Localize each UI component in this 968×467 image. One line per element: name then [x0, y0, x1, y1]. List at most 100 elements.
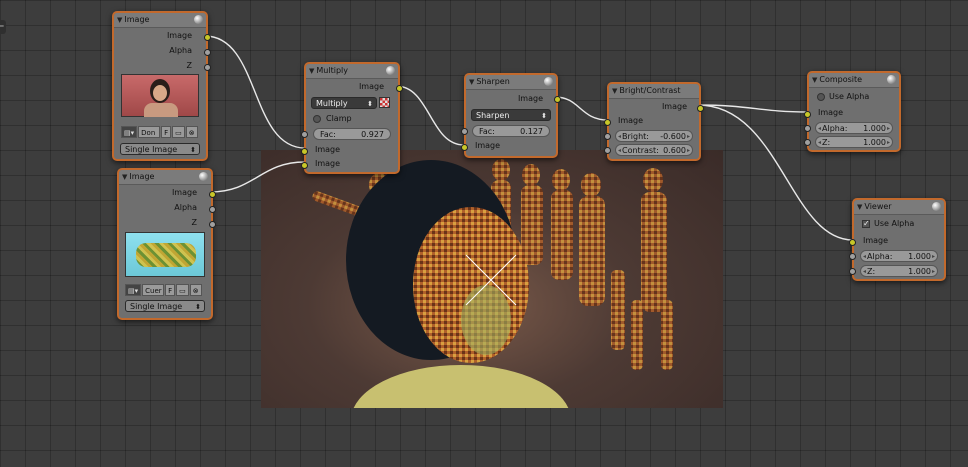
viewer-node[interactable]: ▼ Viewer ✓ Use Alpha Image ◂ Alpha: 1.000 … [849, 198, 946, 281]
preview-toggle-icon[interactable] [544, 77, 553, 86]
increment-arrow-icon[interactable]: ▸ [932, 266, 935, 278]
node-title: Composite [819, 75, 863, 84]
image-node-2[interactable]: ▼ Image Image Alpha Z ▤▾ Cuer F ▭ ⊗ Singl… [117, 168, 216, 320]
alpha-field[interactable]: ◂ Alpha: 1.000 ▸ [860, 250, 938, 262]
increment-arrow-icon[interactable]: ▸ [887, 137, 890, 149]
preview-toggle-icon[interactable] [386, 66, 395, 75]
image-name-field[interactable]: Cuer [142, 284, 165, 296]
source-select[interactable]: Single Image ⬍ [125, 300, 205, 312]
input-image-socket[interactable] [849, 239, 856, 246]
preview-toggle-icon[interactable] [932, 202, 941, 211]
contrast-value: 0.600 [663, 146, 686, 155]
fake-user-button[interactable]: F [165, 284, 176, 296]
decrement-arrow-icon[interactable]: ◂ [618, 131, 621, 143]
preview-toggle-icon[interactable] [199, 172, 208, 181]
input-z-socket[interactable] [804, 139, 811, 146]
unlink-icon[interactable]: ⊗ [189, 284, 202, 296]
image-name-field[interactable]: Don [138, 126, 161, 138]
sidebar-toggle-tab[interactable]: ━ [0, 20, 6, 34]
output-image-socket[interactable] [204, 34, 211, 41]
increment-arrow-icon[interactable]: ▸ [887, 123, 890, 135]
image-browse-icon[interactable]: ▤▾ [125, 284, 142, 296]
output-z-socket[interactable] [204, 64, 211, 71]
output-alpha-socket[interactable] [204, 49, 211, 56]
source-value: Single Image [125, 145, 178, 154]
backdrop-render [312, 159, 673, 408]
fake-user-button[interactable]: F [161, 126, 172, 138]
decrement-arrow-icon[interactable]: ◂ [863, 266, 866, 278]
source-select[interactable]: Single Image ⬍ [120, 143, 200, 155]
use-alpha-checkbox[interactable]: ✓ [862, 220, 870, 228]
use-alpha-toggle[interactable] [379, 97, 390, 108]
mix-multiply-node[interactable]: ▼ Multiply Image Multiply ⬍ Clamp Fac: 0.92… [301, 62, 403, 174]
input-z-socket[interactable] [849, 268, 856, 275]
node-header[interactable]: ▼ Viewer [854, 200, 944, 215]
input-bright-socket[interactable] [604, 133, 611, 140]
bright-contrast-node[interactable]: ▼ Bright/Contrast Image Image ◂ Bright: -0… [604, 82, 704, 161]
input-image-label: Image [818, 108, 844, 117]
image-browse-icon[interactable]: ▤▾ [121, 126, 138, 138]
output-image-socket[interactable] [396, 85, 403, 92]
input-fac-socket[interactable] [461, 128, 468, 135]
output-z-socket[interactable] [209, 221, 216, 228]
fac-field[interactable]: Fac: 0.927 [313, 128, 391, 140]
z-value: 1.000 [908, 267, 931, 276]
input-image-socket[interactable] [804, 111, 811, 118]
input-image-2-socket[interactable] [301, 162, 308, 169]
collapse-triangle-icon[interactable]: ▼ [309, 67, 314, 75]
output-alpha-socket[interactable] [209, 206, 216, 213]
open-folder-icon[interactable]: ▭ [176, 284, 189, 296]
use-alpha-checkbox[interactable] [817, 93, 825, 101]
increment-arrow-icon[interactable]: ▸ [687, 145, 690, 157]
input-image-socket[interactable] [461, 144, 468, 151]
node-header[interactable]: ▼ Bright/Contrast [609, 84, 699, 99]
collapse-triangle-icon[interactable]: ▼ [122, 173, 127, 181]
node-header[interactable]: ▼ Image [119, 170, 211, 185]
z-field[interactable]: ◂ Z: 1.000 ▸ [815, 136, 893, 148]
filter-type-select[interactable]: Sharpen ⬍ [471, 109, 551, 121]
image-datablock-bar[interactable]: ▤▾ Cuer F ▭ ⊗ [125, 284, 202, 296]
node-header[interactable]: ▼ Sharpen [466, 75, 556, 90]
image-node-1[interactable]: ▼ Image Image Alpha Z ▤▾ Don F ▭ ⊗ Single… [112, 11, 211, 161]
input-image-1-socket[interactable] [301, 148, 308, 155]
preview-toggle-icon[interactable] [194, 15, 203, 24]
preview-toggle-icon[interactable] [887, 75, 896, 84]
collapse-triangle-icon[interactable]: ▼ [857, 203, 862, 211]
input-image-socket[interactable] [604, 119, 611, 126]
node-header[interactable]: ▼ Composite [809, 73, 899, 88]
input-alpha-socket[interactable] [804, 125, 811, 132]
increment-arrow-icon[interactable]: ▸ [932, 251, 935, 263]
decrement-arrow-icon[interactable]: ◂ [863, 251, 866, 263]
collapse-triangle-icon[interactable]: ▼ [117, 16, 122, 24]
collapse-triangle-icon[interactable]: ▼ [612, 87, 617, 95]
decrement-arrow-icon[interactable]: ◂ [818, 123, 821, 135]
fac-field[interactable]: Fac: 0.127 [472, 125, 550, 137]
output-z-label: Z [191, 218, 197, 227]
input-contrast-socket[interactable] [604, 147, 611, 154]
decrement-arrow-icon[interactable]: ◂ [618, 145, 621, 157]
z-field[interactable]: ◂ Z: 1.000 ▸ [860, 265, 938, 277]
open-folder-icon[interactable]: ▭ [172, 126, 185, 138]
increment-arrow-icon[interactable]: ▸ [687, 131, 690, 143]
node-header[interactable]: ▼ Image [114, 13, 206, 28]
input-fac-socket[interactable] [301, 131, 308, 138]
decrement-arrow-icon[interactable]: ◂ [818, 137, 821, 149]
node-header[interactable]: ▼ Multiply [306, 64, 398, 79]
z-label: Z: [822, 138, 831, 147]
output-image-socket[interactable] [697, 105, 704, 112]
bright-field[interactable]: ◂ Bright: -0.600 ▸ [615, 130, 693, 142]
blend-mode-select[interactable]: Multiply ⬍ [311, 97, 377, 109]
alpha-field[interactable]: ◂ Alpha: 1.000 ▸ [815, 122, 893, 134]
composite-node[interactable]: ▼ Composite Use Alpha Image ◂ Alpha: 1.000… [804, 71, 901, 152]
input-alpha-socket[interactable] [849, 253, 856, 260]
clamp-checkbox[interactable] [313, 115, 321, 123]
filter-sharpen-node[interactable]: ▼ Sharpen Image Sharpen ⬍ Fac: 0.127 Image [461, 73, 561, 158]
output-z-label: Z [186, 61, 192, 70]
contrast-field[interactable]: ◂ Contrast: 0.600 ▸ [615, 144, 693, 156]
unlink-icon[interactable]: ⊗ [185, 126, 198, 138]
output-image-socket[interactable] [554, 96, 561, 103]
output-image-socket[interactable] [209, 191, 216, 198]
collapse-triangle-icon[interactable]: ▼ [812, 76, 817, 84]
collapse-triangle-icon[interactable]: ▼ [469, 78, 474, 86]
image-datablock-bar[interactable]: ▤▾ Don F ▭ ⊗ [121, 126, 198, 138]
